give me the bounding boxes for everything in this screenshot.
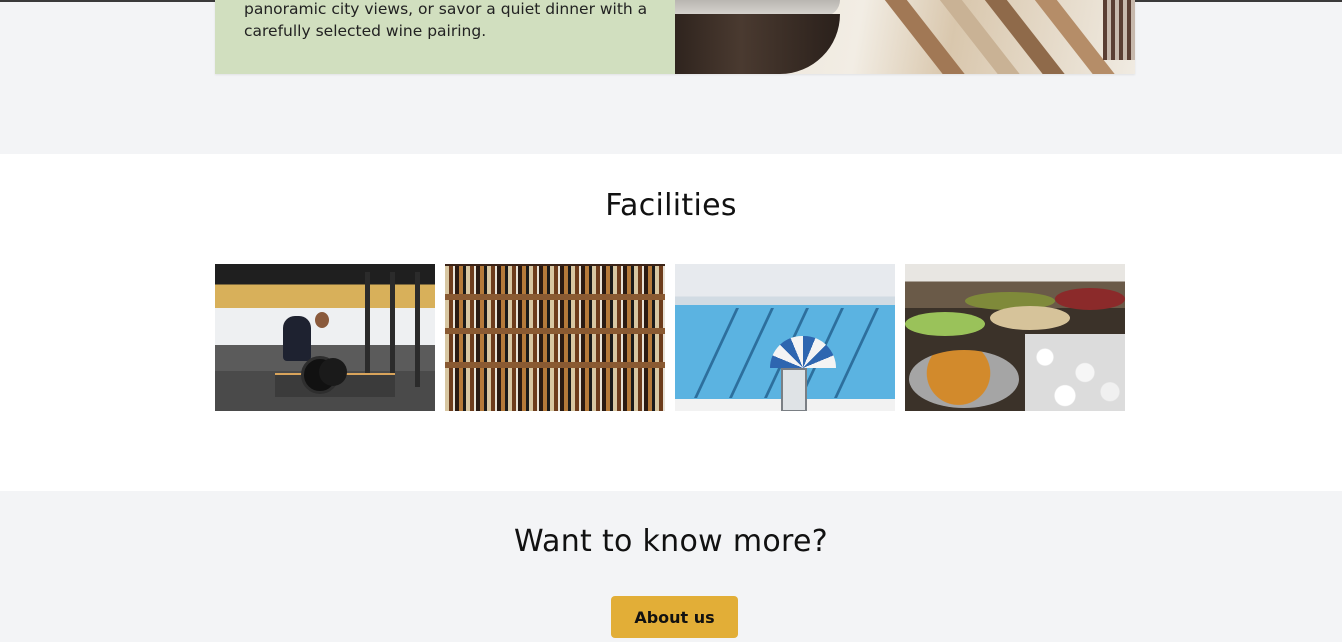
pool-photo[interactable] — [675, 264, 895, 411]
gym-photo[interactable] — [215, 264, 435, 411]
about-us-button[interactable]: About us — [611, 596, 738, 638]
bar-photo[interactable] — [445, 264, 665, 411]
cta-title: Want to know more? — [514, 524, 828, 559]
facilities-gallery — [215, 264, 1125, 411]
cta-section: Want to know more? About us — [0, 491, 1342, 642]
buffet-photo[interactable] — [905, 264, 1125, 411]
person-lifting — [283, 316, 311, 361]
bar-counter — [675, 14, 840, 74]
lifeguard-chair — [781, 368, 807, 411]
restaurant-description: panoramic city views, or savor a quiet d… — [244, 0, 648, 40]
food-bowl — [909, 350, 1019, 408]
facilities-title: Facilities — [605, 188, 737, 223]
restaurant-card: panoramic city views, or savor a quiet d… — [215, 0, 1135, 74]
facilities-section: Facilities — [0, 154, 1342, 491]
restaurant-text-panel: panoramic city views, or savor a quiet d… — [215, 0, 675, 74]
restaurant-photo — [675, 0, 1135, 74]
stair-railing — [1103, 0, 1135, 60]
